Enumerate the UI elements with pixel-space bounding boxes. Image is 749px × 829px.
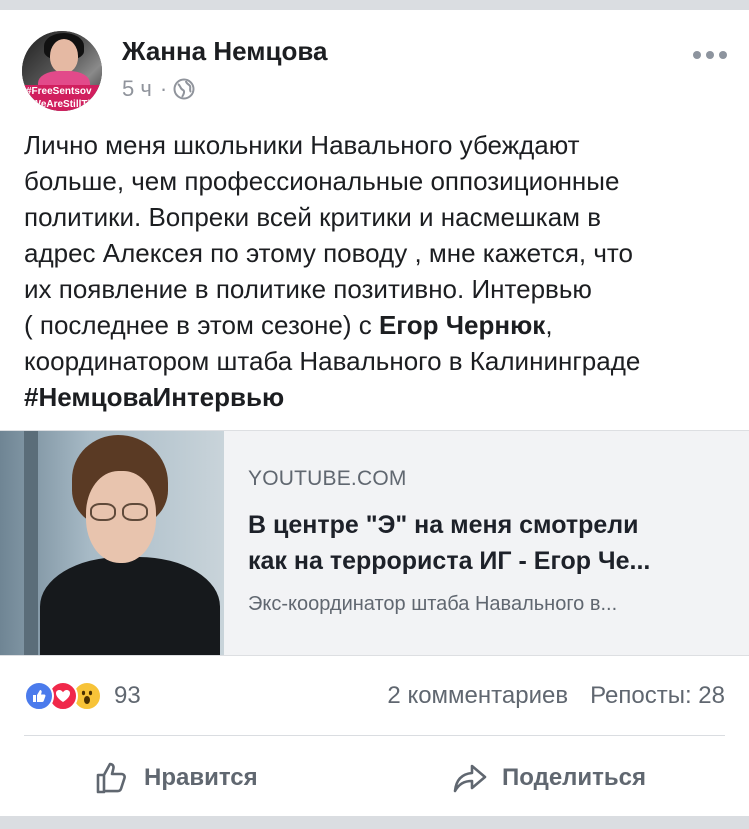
post-card: #FreeSentsov #WeAreStillThere Жанна Немц… xyxy=(0,10,749,816)
post-meta: 5 ч · xyxy=(122,76,195,102)
share-arrow-icon xyxy=(453,764,487,793)
globe-icon xyxy=(173,78,195,100)
like-label: Нравится xyxy=(144,764,258,791)
post-time[interactable]: 5 ч xyxy=(122,76,152,102)
post-text: Лично меня школьники Навального убеждают… xyxy=(24,130,641,412)
like-icon xyxy=(24,681,54,711)
reactions-count: 93 xyxy=(114,682,141,709)
thumbs-up-icon xyxy=(96,762,126,794)
divider xyxy=(24,735,725,736)
like-button[interactable]: Нравится xyxy=(94,760,258,796)
reactions-summary[interactable]: 93 xyxy=(24,681,141,711)
action-bar: Нравится Поделиться xyxy=(0,750,749,810)
link-description: Экс-координатор штаба Навального в... xyxy=(248,593,618,615)
avatar-banner: #FreeSentsov #WeAreStillThere xyxy=(22,85,102,111)
more-options-icon[interactable] xyxy=(693,48,727,62)
link-domain: YOUTUBE.COM xyxy=(248,467,407,490)
author-name[interactable]: Жанна Немцова xyxy=(122,36,327,67)
link-preview[interactable]: YOUTUBE.COM В центре "Э" на меня смотрел… xyxy=(0,430,749,656)
meta-separator: · xyxy=(159,76,168,101)
link-title[interactable]: В центре "Э" на меня смотрели как на тер… xyxy=(248,507,718,579)
link-thumbnail[interactable] xyxy=(0,431,224,655)
shares-count[interactable]: Репосты: 28 xyxy=(590,682,725,710)
share-button[interactable]: Поделиться xyxy=(452,760,646,796)
share-label: Поделиться xyxy=(502,764,647,791)
avatar[interactable]: #FreeSentsov #WeAreStillThere xyxy=(22,31,102,111)
hashtag-link[interactable]: #НемцоваИнтервью xyxy=(24,382,284,412)
mention-link[interactable]: Егор Чернюк xyxy=(379,310,545,340)
comments-count[interactable]: 2 комментариев xyxy=(387,682,568,710)
engagement-stats: 2 комментариев Репосты: 28 xyxy=(387,682,725,710)
